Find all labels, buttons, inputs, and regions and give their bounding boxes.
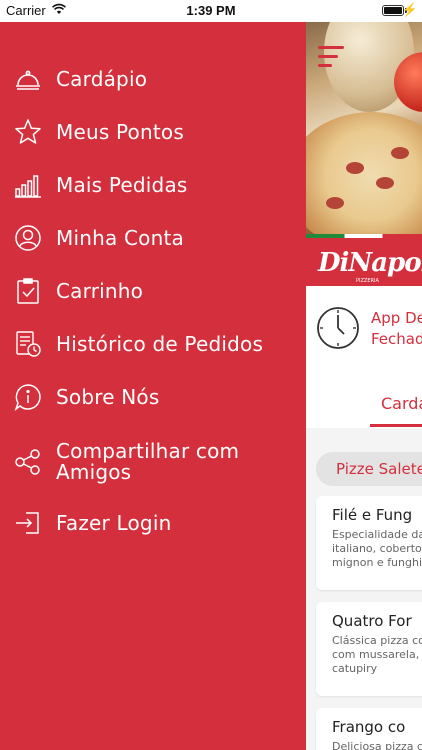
product-description: Deliciosa pizza co	[332, 740, 422, 750]
menu-item-label: Cardápio	[56, 66, 148, 91]
menu-item-label: Minha Conta	[56, 225, 184, 250]
clipboard-check-icon	[13, 276, 43, 306]
status-time: 1:39 PM	[186, 3, 236, 18]
menu-item-minha-conta[interactable]: Minha Conta	[0, 215, 306, 261]
menu-item-label: Compartilhar com Amigos	[56, 439, 240, 484]
hero-pizza-image	[306, 22, 422, 240]
tab-bar: Cardá	[306, 372, 422, 428]
menu-item-historico[interactable]: Histórico de Pedidos	[0, 321, 306, 367]
bar-chart-icon	[13, 170, 43, 200]
product-name: Filé e Fung	[332, 506, 413, 524]
tab-cardapio[interactable]: Cardá	[381, 394, 422, 413]
category-pill[interactable]: Pizze Salete	[316, 452, 422, 486]
product-card[interactable]: Frango co Deliciosa pizza co	[316, 708, 422, 750]
store-status-line2: Fechad	[371, 330, 422, 348]
product-card[interactable]: Filé e Fung Especialidade da italiano, c…	[316, 496, 422, 590]
logo-subtext: PIZZERIA	[356, 278, 379, 284]
hamburger-menu-icon[interactable]	[318, 46, 344, 68]
menu-item-sobre-nos[interactable]: Sobre Nós	[0, 374, 306, 420]
login-icon	[13, 508, 43, 538]
store-status-card: App De Fechad	[306, 286, 422, 373]
status-bar: Carrier 1:39 PM ⚡	[0, 0, 422, 22]
menu-item-label: Carrinho	[56, 278, 144, 303]
menu-item-meus-pontos[interactable]: Meus Pontos	[0, 109, 306, 155]
charging-icon: ⚡	[401, 2, 418, 17]
menu-item-label: Meus Pontos	[56, 119, 184, 144]
menu-item-label: Fazer Login	[56, 510, 172, 535]
menu-item-label: Histórico de Pedidos	[56, 331, 264, 356]
clock-icon	[317, 307, 359, 349]
cloche-icon	[13, 64, 43, 94]
battery-icon	[382, 5, 404, 16]
brand-logo: DiNapoli PIZZERIA	[306, 234, 422, 286]
product-description: Especialidade da italiano, coberto migno…	[332, 528, 422, 569]
product-name: Frango co	[332, 718, 406, 736]
user-icon	[13, 223, 43, 253]
menu-item-carrinho[interactable]: Carrinho	[0, 268, 306, 314]
side-menu: Cardápio Meus Pontos Mais Pedidas Minha …	[0, 22, 306, 750]
star-icon	[13, 117, 43, 147]
active-tab-indicator	[370, 424, 422, 427]
logo-text: DiNapoli	[318, 248, 422, 278]
product-name: Quatro For	[332, 612, 412, 630]
product-card[interactable]: Quatro For Clássica pizza co com mussare…	[316, 602, 422, 696]
menu-item-compartilhar[interactable]: Compartilhar com Amigos	[0, 427, 306, 497]
order-history-icon	[13, 329, 43, 359]
menu-item-fazer-login[interactable]: Fazer Login	[0, 500, 306, 546]
app-content: DiNapoli PIZZERIA App De Fechad Cardá Pi…	[306, 22, 422, 750]
menu-item-label: Mais Pedidas	[56, 172, 188, 197]
menu-item-mais-pedidas[interactable]: Mais Pedidas	[0, 162, 306, 208]
share-icon	[13, 447, 43, 477]
store-status-text: App De Fechad	[371, 308, 422, 350]
info-bubble-icon	[13, 382, 43, 412]
category-label: Pizze Salete	[336, 460, 422, 478]
menu-item-label: Sobre Nós	[56, 384, 160, 409]
product-description: Clássica pizza co com mussarela, c catup…	[332, 634, 422, 675]
store-status-line1: App De	[371, 309, 422, 327]
menu-item-cardapio[interactable]: Cardápio	[0, 56, 306, 102]
